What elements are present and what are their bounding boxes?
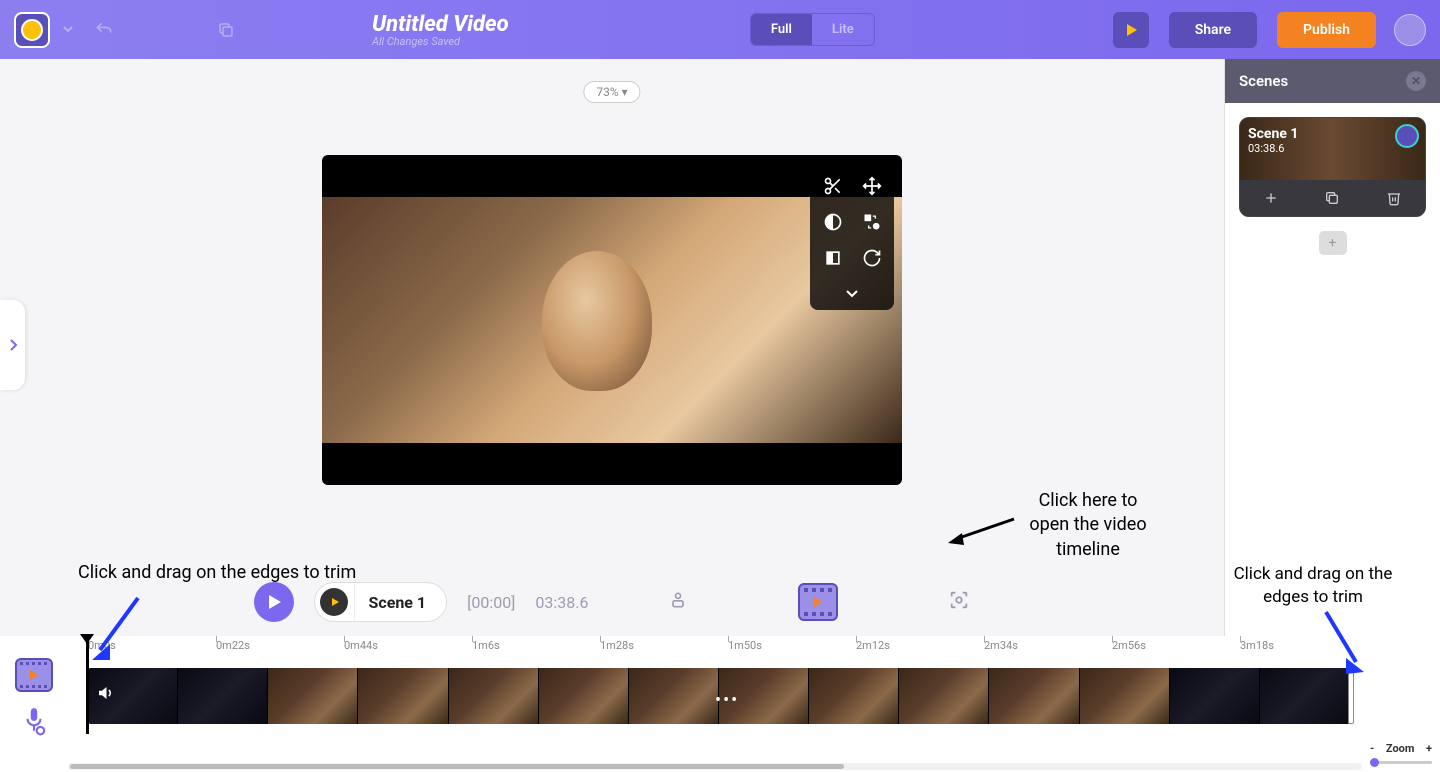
scene-card-time: 03:38.6	[1248, 142, 1417, 155]
focus-icon[interactable]	[948, 589, 970, 615]
timeline-panel: 0m0s 0m22s 0m44s 1m6s 1m28s 1m50s 2m12s …	[0, 636, 1440, 772]
timeline-zoom-control: - Zoom +	[1362, 636, 1440, 772]
mode-lite-button[interactable]: Lite	[812, 14, 874, 45]
audio-track-icon[interactable]	[21, 706, 47, 740]
preview-play-button[interactable]	[1113, 12, 1149, 48]
adjust-icon[interactable]	[818, 211, 847, 233]
scene-card[interactable]: Scene 1 03:38.6	[1239, 117, 1426, 217]
scenes-panel: Scenes ✕ Scene 1 03:38.6 +	[1224, 59, 1440, 636]
canvas-area: 73% ▾ + Scene 1 [00:00] 03:38.6	[0, 59, 1224, 636]
playhead-time: [00:00]	[467, 593, 515, 612]
ruler-tick: 2m34s	[984, 639, 1018, 652]
scene-selector[interactable]: Scene 1	[314, 582, 448, 622]
clip-thumbnail	[1080, 668, 1170, 724]
publish-button[interactable]: Publish	[1277, 12, 1376, 48]
play-scene-button[interactable]	[315, 582, 355, 622]
clip-volume-icon[interactable]	[96, 684, 114, 706]
element-tool-panel	[810, 167, 894, 310]
arrow-to-timeline-icon	[946, 517, 1016, 547]
zoom-in-button[interactable]: +	[1426, 742, 1432, 755]
clip-thumbnail	[809, 668, 899, 724]
clip-thumbnail	[449, 668, 539, 724]
mode-full-button[interactable]: Full	[751, 14, 812, 45]
clip-thumbnail	[539, 668, 629, 724]
scene-duration: 03:38.6	[535, 593, 588, 612]
video-track-icon[interactable]	[15, 658, 53, 692]
ruler-tick: 0m44s	[344, 639, 378, 652]
clip-thumbnail	[629, 668, 719, 724]
ruler-tick: 2m12s	[856, 639, 890, 652]
expand-tools-icon[interactable]	[818, 283, 886, 302]
editor-mode-toggle: Full Lite	[750, 13, 875, 46]
project-title[interactable]: Untitled Video	[372, 12, 509, 37]
ruler-tick: 2m56s	[1112, 639, 1146, 652]
layers-icon[interactable]	[668, 589, 688, 615]
scene-card-avatar-icon	[1395, 124, 1419, 148]
timeline-track-selector	[0, 636, 68, 772]
clip-thumbnail	[1170, 668, 1260, 724]
ruler-tick: 1m50s	[728, 639, 762, 652]
play-all-button[interactable]	[254, 582, 294, 622]
project-title-block: Untitled Video All Changes Saved	[372, 12, 509, 48]
expand-left-panel-button[interactable]	[0, 300, 25, 390]
playback-controls: Scene 1 [00:00] 03:38.6	[0, 582, 1224, 622]
ruler-tick: 1m28s	[600, 639, 634, 652]
add-scene-button[interactable]: +	[1319, 231, 1347, 255]
clip-thumbnail	[899, 668, 989, 724]
scenes-heading: Scenes	[1239, 72, 1288, 90]
ruler-tick: 1m6s	[472, 639, 500, 652]
clip-thumbnail	[358, 668, 448, 724]
project-menu-dropdown[interactable]	[58, 16, 78, 43]
zoom-label: Zoom	[1386, 742, 1415, 755]
zoom-slider[interactable]	[1370, 761, 1432, 764]
scene-delete-button[interactable]	[1386, 190, 1402, 206]
open-timeline-button[interactable]	[798, 583, 838, 621]
ruler-tick: 0m22s	[216, 639, 250, 652]
app-logo[interactable]	[14, 12, 50, 48]
timeline-ruler[interactable]: 0m0s 0m22s 0m44s 1m6s 1m28s 1m50s 2m12s …	[68, 636, 1362, 656]
zoom-out-button[interactable]: -	[1370, 742, 1374, 755]
clip-thumbnail	[178, 668, 268, 724]
scene-add-button[interactable]	[1263, 190, 1279, 206]
app-header: Untitled Video All Changes Saved Full Li…	[0, 0, 1440, 59]
timeline-main[interactable]: 0m0s 0m22s 0m44s 1m6s 1m28s 1m50s 2m12s …	[68, 636, 1362, 772]
close-scenes-panel-button[interactable]: ✕	[1406, 71, 1426, 91]
undo-button[interactable]	[86, 12, 122, 48]
share-button[interactable]: Share	[1169, 12, 1257, 48]
user-avatar[interactable]	[1394, 14, 1426, 46]
annotation-open-timeline: Click here to open the video timeline	[1023, 489, 1153, 562]
scene-duplicate-button[interactable]	[1324, 190, 1340, 206]
scene-card-title: Scene 1	[1248, 126, 1417, 142]
arrow-trim-right-icon	[1320, 608, 1370, 678]
ruler-tick: 3m18s	[1240, 639, 1274, 652]
annotation-trim-left: Click and drag on the edges to trim	[78, 561, 356, 585]
move-icon[interactable]	[857, 175, 886, 197]
arrow-trim-left-icon	[88, 594, 148, 664]
mask-icon[interactable]	[818, 247, 847, 269]
clip-thumbnail	[989, 668, 1079, 724]
clip-more-icon[interactable]: •••	[715, 690, 739, 711]
cut-icon[interactable]	[818, 175, 847, 197]
current-scene-label: Scene 1	[355, 593, 447, 612]
scenes-panel-header: Scenes ✕	[1225, 59, 1440, 103]
rotate-icon[interactable]	[857, 247, 886, 269]
copy-button[interactable]	[208, 12, 244, 48]
timeline-scrollbar[interactable]	[68, 763, 1362, 770]
clip-thumbnail	[268, 668, 358, 724]
annotation-trim-right: Click and drag on the edges to trim	[1228, 563, 1398, 609]
zoom-level-dropdown[interactable]: 73% ▾	[583, 81, 640, 103]
swap-icon[interactable]	[857, 211, 886, 233]
video-preview[interactable]: +	[322, 155, 902, 485]
